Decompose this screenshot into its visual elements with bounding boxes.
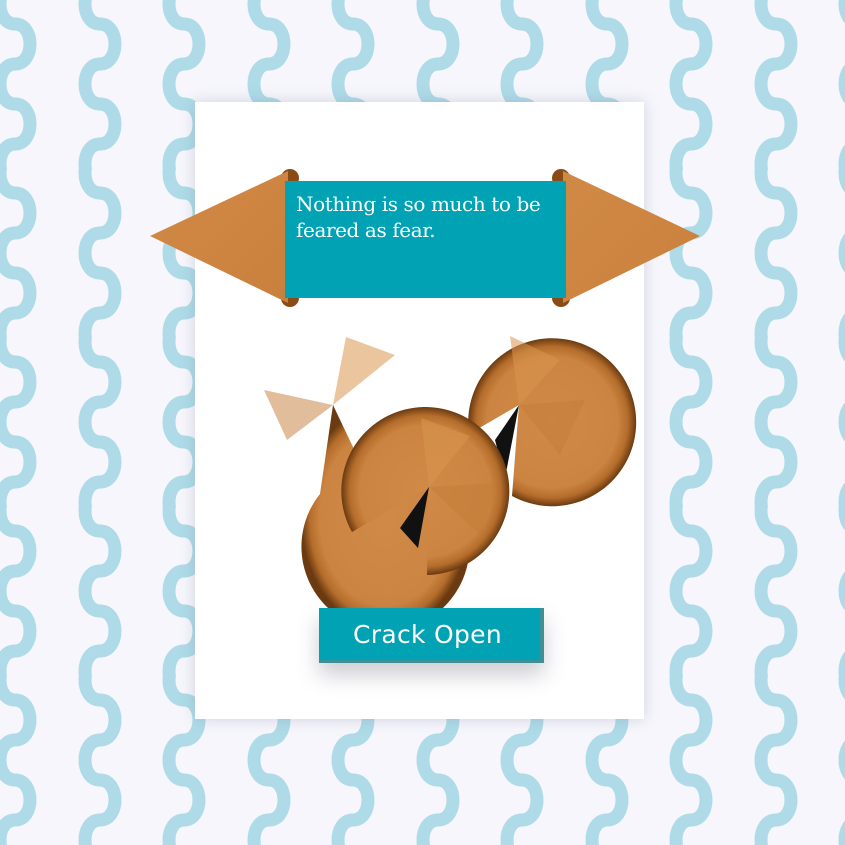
left-cookie-highlight (333, 337, 395, 405)
left-cookie-facet (264, 390, 333, 440)
fortune-cookies (264, 336, 637, 631)
crack-open-button[interactable]: Crack Open (319, 608, 544, 663)
